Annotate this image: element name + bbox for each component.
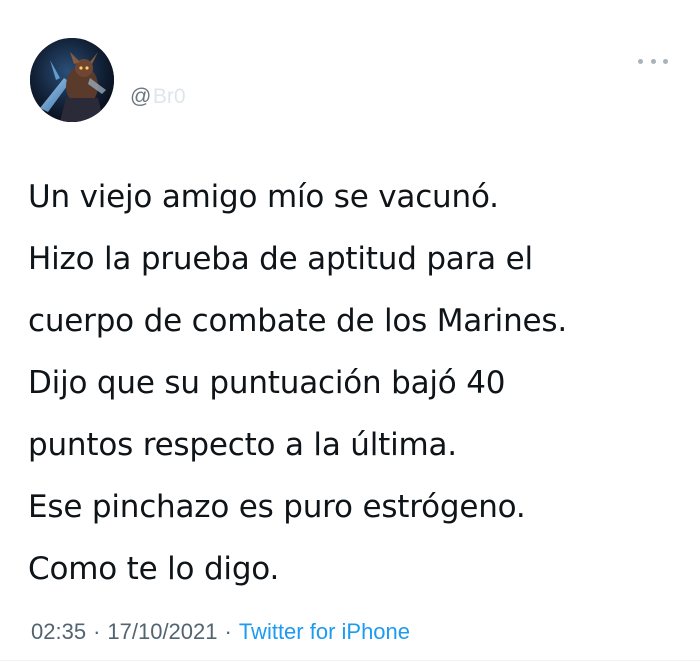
avatar[interactable] (30, 38, 114, 122)
tweet-line: Dijo que su puntuación bajó 40 (28, 365, 506, 401)
meta-separator: · (224, 619, 232, 644)
tweet-source-link[interactable]: Twitter for iPhone (239, 619, 410, 645)
more-horizontal-icon[interactable] (638, 53, 668, 69)
tweet-meta: 02:35 · 17/10/2021 · Twitter for iPhone (31, 619, 410, 645)
handle-name: Br0 (152, 85, 186, 108)
tweet-line: puntos respecto a la última. (28, 427, 457, 463)
more-dot (663, 58, 668, 64)
tweet-date[interactable]: 17/10/2021 (107, 619, 217, 645)
more-dot (638, 58, 643, 64)
tweet-line: Como te lo digo. (28, 551, 280, 587)
avatar-image (30, 38, 114, 122)
tweet-line: Ese pinchazo es puro estrógeno. (28, 489, 526, 525)
meta-separator: · (93, 619, 101, 644)
tweet-time[interactable]: 02:35 (31, 619, 86, 645)
divider (0, 660, 700, 661)
more-dot (650, 58, 656, 64)
tweet-line: Un viejo amigo mío se vacunó. (28, 179, 499, 215)
author-handle[interactable]: @ Br0 (130, 83, 186, 111)
handle-at-sign: @ (130, 85, 152, 108)
tweet-line: Hizo la prueba de aptitud para el (28, 241, 533, 277)
tweet-text: Un viejo amigo mío se vacunó. Hizo la pr… (28, 166, 688, 600)
tweet-card: @ Br0 Un viejo amigo mío se vacunó. Hizo… (0, 0, 700, 663)
tweet-line: cuerpo de combate de los Marines. (28, 303, 567, 339)
